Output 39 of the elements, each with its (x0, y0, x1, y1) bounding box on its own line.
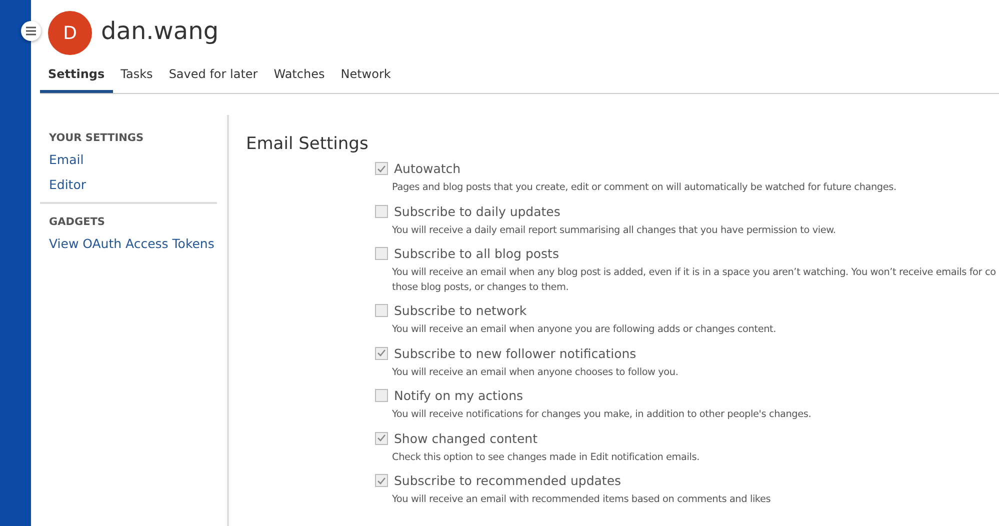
option-label: Subscribe to network (394, 303, 527, 318)
checkbox[interactable] (375, 304, 388, 317)
option-label: Show changed content (394, 430, 538, 446)
avatar: D (48, 11, 92, 55)
option-description: You will receive a daily email report summarising all changes that you have permission to view. (392, 224, 837, 238)
option-description: You will receive an email when anyone you are following adds or changes content. (392, 323, 777, 337)
option-description: You will receive an email when anyone chooses to follow you. (392, 366, 680, 380)
tab[interactable]: Tasks (112, 62, 161, 91)
checkbox[interactable] (375, 474, 388, 487)
option-label: Subscribe to all blog posts (394, 246, 559, 261)
checkbox[interactable] (375, 389, 388, 402)
tab[interactable]: Settings (40, 62, 113, 93)
sidebar-link[interactable]: View OAuth Access Tokens (49, 236, 227, 251)
section-heading: YOUR SETTINGS (49, 132, 145, 144)
option-description: Check this option to see changes made in Edit notification emails. (392, 450, 700, 464)
section-heading: GADGETS (49, 216, 106, 228)
checkbox[interactable] (375, 247, 388, 260)
sidebar-link[interactable]: Email (49, 152, 227, 167)
option-description: You will receive notifications for changes you make, in addition to other people's changes. (392, 408, 812, 422)
option-label: Subscribe to daily updates (394, 204, 560, 218)
option-label: Subscribe to recommended updates (394, 473, 622, 488)
option-label: Subscribe to new follower notifications (394, 346, 636, 360)
option-description: You will receive an email when any blog post is added, even if it is in a space you aren’t watching. You won’t receive emails for co those blog posts, or changes to them. (392, 266, 996, 294)
menu-icon (25, 26, 37, 36)
checkbox[interactable] (375, 346, 388, 360)
tab[interactable]: Saved for later (160, 62, 266, 91)
checkbox[interactable] (375, 162, 388, 175)
option-description: Pages and blog posts that you create, edit or comment on will automatically be watched for future changes. (392, 181, 898, 195)
tab[interactable]: Network (332, 62, 399, 91)
user-name: dan.wang (101, 17, 219, 45)
page-title: Email Settings (246, 134, 370, 154)
sidebar-link[interactable]: Editor (49, 177, 227, 192)
checkbox[interactable] (375, 204, 388, 218)
tab[interactable]: Watches (266, 62, 333, 91)
option-label: Notify on my actions (394, 388, 524, 403)
option-label: Autowatch (394, 161, 461, 176)
checkbox[interactable] (375, 432, 388, 444)
menu-button[interactable] (21, 21, 41, 41)
option-description: You will receive an email with recommended items based on comments and likes (392, 493, 772, 507)
